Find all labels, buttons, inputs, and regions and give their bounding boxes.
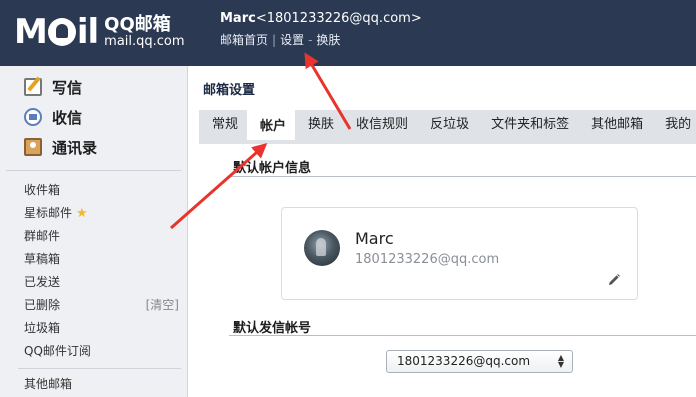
section-title-default-sender: 默认发信帐号 [233,321,312,336]
receive-button[interactable]: 收信 [24,102,187,132]
bell-icon [47,18,76,46]
page-title: 邮箱设置 [203,83,256,98]
pencil-icon[interactable] [607,273,621,287]
tab-receive-rules[interactable]: 收信规则 [343,110,417,140]
contacts-button[interactable]: 通讯录 [24,132,187,162]
logo-domain: mail.qq.com [104,33,185,49]
link-separator: | [272,33,277,47]
select-arrows-icon: ▲ ▼ [557,353,564,369]
logo-product: QQ邮箱 [104,13,171,35]
compose-button[interactable]: 写信 [24,72,187,102]
section-divider [229,176,696,177]
user-email: <1801233226@qq.com> [255,11,422,26]
contacts-label: 通讯录 [52,138,98,157]
account-card: Marc 1801233226@qq.com [281,207,638,300]
star-icon: ★ [76,206,88,221]
mailbox-home-link[interactable]: 邮箱首页 [220,33,268,47]
compose-label: 写信 [52,78,83,97]
tab-other-mailboxes[interactable]: 其他邮箱 [578,110,652,140]
compose-icon [24,78,42,96]
folder-starred[interactable]: 星标邮件 ★ [24,202,187,225]
folder-group-mail[interactable]: 群邮件 [24,225,187,248]
qq-mail-logo[interactable]: Mil QQ邮箱 mail.qq.com [14,10,185,54]
tab-anti-spam[interactable]: 反垃圾 [417,110,478,140]
sidebar: 写信 收信 通讯录 收件箱 星标邮件 ★ 群邮件 草稿箱 已发送 已删除 [清空] … [0,66,188,397]
account-email: 1801233226@qq.com [355,252,500,267]
settings-link[interactable]: 设置 [280,33,304,47]
tab-account[interactable]: 帐户 [247,110,296,140]
top-header: Mil QQ邮箱 mail.qq.com Marc<1801233226@qq.… [0,0,696,66]
tab-skin[interactable]: 换肤 [295,110,343,140]
section-divider [229,335,696,336]
settings-tabs: 常规 帐户 换肤 收信规则 反垃圾 文件夹和标签 其他邮箱 我的 [199,110,696,140]
folder-sent[interactable]: 已发送 [24,271,187,294]
folder-subscriptions[interactable]: QQ邮件订阅 [24,340,187,363]
tab-my[interactable]: 我的 [652,110,696,140]
other-mailboxes[interactable]: 其他邮箱 [24,373,187,396]
user-info: Marc<1801233226@qq.com> 邮箱首页 | 设置 - 换肤 [220,11,422,48]
folder-inbox[interactable]: 收件箱 [24,179,187,202]
empty-trash-link[interactable]: [清空] [146,294,179,317]
folder-deleted[interactable]: 已删除 [清空] [24,294,187,317]
folder-list: 收件箱 星标邮件 ★ 群邮件 草稿箱 已发送 已删除 [清空] 垃圾箱 QQ邮件订阅 [0,179,187,363]
settings-panel: 邮箱设置 常规 帐户 换肤 收信规则 反垃圾 文件夹和标签 其他邮箱 我的 默认… [189,66,696,397]
logo-text: QQ邮箱 mail.qq.com [104,15,184,49]
tab-folders-labels[interactable]: 文件夹和标签 [478,110,578,140]
section-title-default-account: 默认帐户信息 [233,161,312,176]
sender-account-select[interactable]: 1801233226@qq.com ▲ ▼ [386,350,573,373]
avatar[interactable] [304,230,340,266]
receive-label: 收信 [52,108,83,127]
user-name: Marc [220,11,256,26]
sidebar-divider [6,170,181,171]
quick-actions: 写信 收信 通讯录 [0,66,187,162]
contacts-icon [24,138,42,156]
inbox-icon [24,108,42,126]
change-skin-link[interactable]: 换肤 [316,33,340,47]
folder-spam[interactable]: 垃圾箱 [24,317,187,340]
logo-wordmark: Mil [14,12,99,52]
tab-bar-edge [199,140,696,144]
sender-account-value: 1801233226@qq.com [397,354,531,368]
sidebar-divider [18,368,181,369]
link-separator: - [308,33,313,47]
tab-general[interactable]: 常规 [199,110,247,140]
folder-drafts[interactable]: 草稿箱 [24,248,187,271]
account-name: Marc [355,229,394,248]
